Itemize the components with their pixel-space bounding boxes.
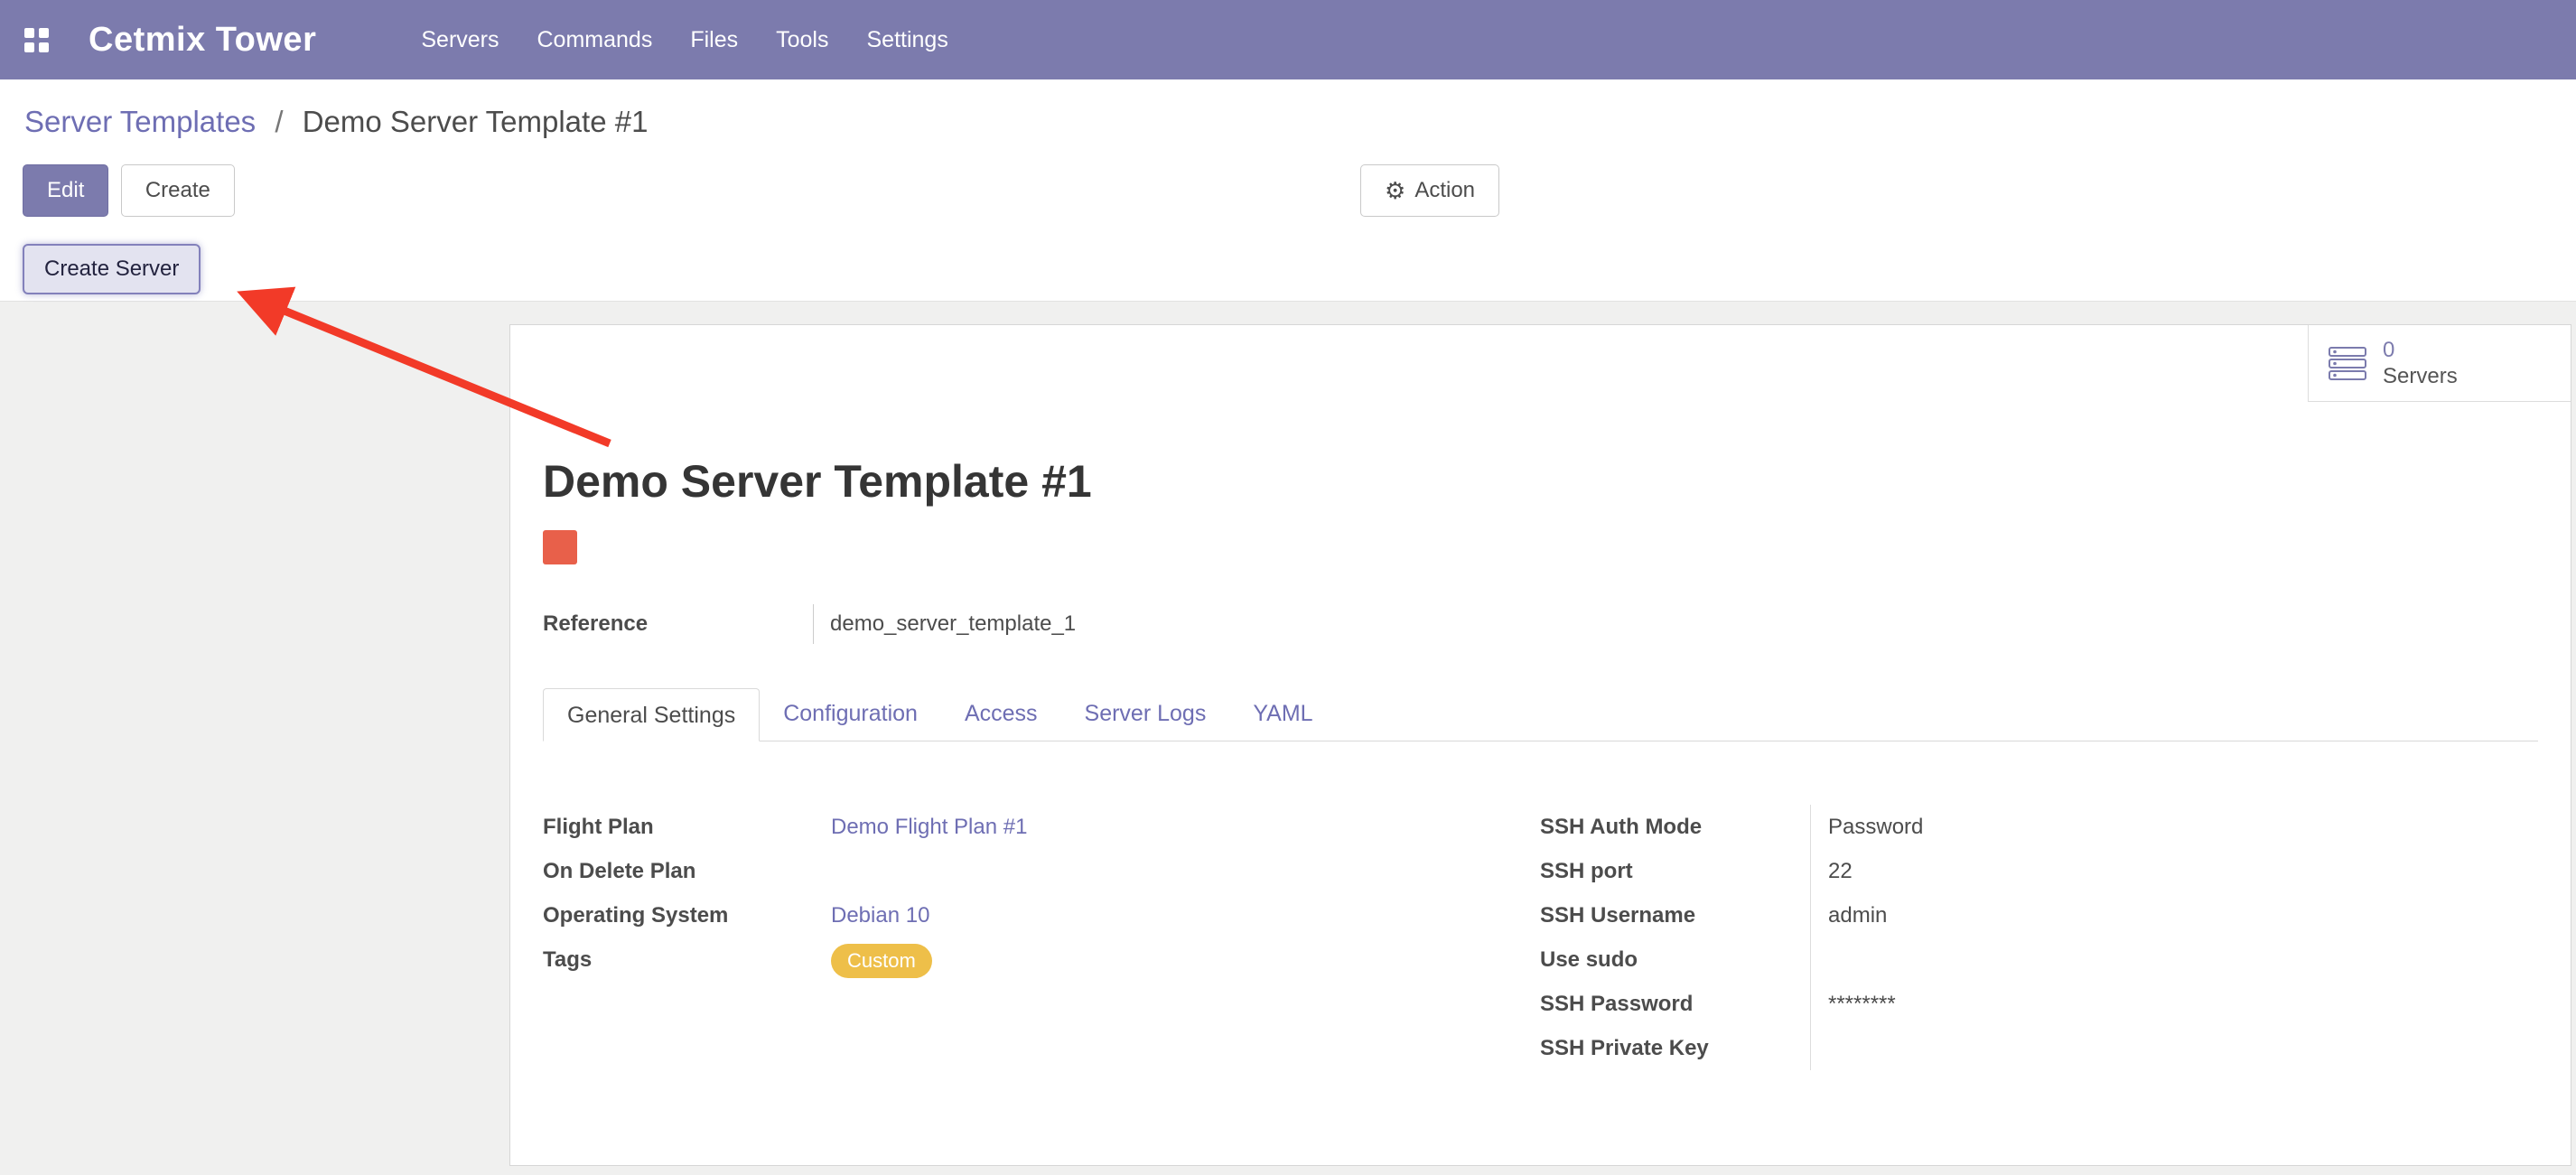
fields-left-column: Flight Plan On Delete Plan Operating Sys…: [543, 805, 1540, 1070]
breadcrumb-separator: /: [275, 105, 283, 138]
ssh-private-key-value: [1828, 1026, 2538, 1070]
breadcrumb-parent-link[interactable]: Server Templates: [24, 105, 256, 138]
apps-grid-dot: [39, 28, 49, 38]
field-label-ssh-password: SSH Password: [1540, 982, 1810, 1026]
tag-custom[interactable]: Custom: [831, 944, 932, 978]
left-labels: Flight Plan On Delete Plan Operating Sys…: [543, 805, 831, 1070]
record-title: Demo Server Template #1: [543, 457, 2571, 507]
reference-value: demo_server_template_1: [830, 611, 1076, 637]
field-label-on-delete-plan: On Delete Plan: [543, 849, 831, 893]
ssh-port-value: 22: [1828, 849, 2538, 893]
tab-access[interactable]: Access: [941, 687, 1061, 741]
flight-plan-link[interactable]: Demo Flight Plan #1: [831, 815, 1027, 839]
apps-grid-icon[interactable]: [24, 28, 49, 52]
apps-grid-dot: [24, 28, 34, 38]
servers-stat-button[interactable]: 0 Servers: [2308, 325, 2571, 402]
edit-button[interactable]: Edit: [23, 164, 108, 217]
field-label-ssh-port: SSH port: [1540, 849, 1810, 893]
ssh-password-value: ********: [1828, 982, 2538, 1026]
reference-row: Reference demo_server_template_1: [543, 604, 2571, 644]
gear-icon: ⚙: [1385, 179, 1405, 202]
create-server-button[interactable]: Create Server: [23, 244, 201, 294]
field-label-flight-plan: Flight Plan: [543, 805, 831, 849]
servers-stat-value: 0: [2383, 337, 2458, 363]
left-values: Demo Flight Plan #1 Debian 10 Custom: [831, 805, 1540, 1070]
menu-item-commands[interactable]: Commands: [537, 27, 653, 53]
menu-item-files[interactable]: Files: [690, 27, 738, 53]
content-area: 0 Servers Demo Server Template #1 Refere…: [0, 302, 2576, 1175]
field-label-use-sudo: Use sudo: [1540, 937, 1810, 982]
field-label-tags: Tags: [543, 937, 831, 982]
create-button[interactable]: Create: [121, 164, 235, 217]
tab-configuration[interactable]: Configuration: [760, 687, 941, 741]
servers-stat-label: Servers: [2383, 363, 2458, 389]
tab-general-settings[interactable]: General Settings: [543, 688, 760, 741]
server-template-card: 0 Servers Demo Server Template #1 Refere…: [509, 324, 2571, 1166]
servers-stat-text: 0 Servers: [2383, 337, 2458, 389]
breadcrumb: Server Templates / Demo Server Template …: [0, 79, 2576, 139]
tab-server-logs[interactable]: Server Logs: [1061, 687, 1230, 741]
ssh-username-value: admin: [1828, 893, 2538, 937]
field-separator: [813, 604, 814, 644]
action-button-label: Action: [1414, 178, 1475, 203]
breadcrumb-current: Demo Server Template #1: [303, 105, 649, 138]
apps-grid-dot: [39, 42, 49, 52]
right-labels: SSH Auth Mode SSH port SSH Username Use …: [1540, 805, 1810, 1070]
top-navbar: Cetmix Tower Servers Commands Files Tool…: [0, 0, 2576, 79]
record-color-swatch[interactable]: [543, 530, 577, 564]
menu-item-tools[interactable]: Tools: [776, 27, 828, 53]
main-menu: Servers Commands Files Tools Settings: [421, 27, 947, 53]
right-values: Password 22 admin ********: [1810, 805, 2538, 1070]
fields-section: Flight Plan On Delete Plan Operating Sys…: [543, 805, 2538, 1070]
toolbar: Edit Create ⚙ Action: [0, 164, 2576, 217]
operating-system-link[interactable]: Debian 10: [831, 903, 929, 928]
server-stack-icon: [2329, 346, 2368, 380]
ssh-auth-mode-value: Password: [1828, 805, 2538, 849]
fields-right-column: SSH Auth Mode SSH port SSH Username Use …: [1540, 805, 2538, 1070]
create-server-row: Create Server: [0, 244, 2576, 302]
menu-item-servers[interactable]: Servers: [421, 27, 499, 53]
field-label-ssh-username: SSH Username: [1540, 893, 1810, 937]
apps-grid-dot: [24, 42, 34, 52]
tab-yaml[interactable]: YAML: [1229, 687, 1336, 741]
action-button[interactable]: ⚙ Action: [1360, 164, 1499, 217]
reference-label: Reference: [543, 611, 813, 637]
field-label-operating-system: Operating System: [543, 893, 831, 937]
use-sudo-value: [1828, 937, 2538, 982]
field-label-ssh-private-key: SSH Private Key: [1540, 1026, 1810, 1070]
menu-item-settings[interactable]: Settings: [867, 27, 948, 53]
tab-bar: General Settings Configuration Access Se…: [543, 687, 2538, 741]
field-label-ssh-auth-mode: SSH Auth Mode: [1540, 805, 1810, 849]
app-brand[interactable]: Cetmix Tower: [89, 21, 316, 60]
